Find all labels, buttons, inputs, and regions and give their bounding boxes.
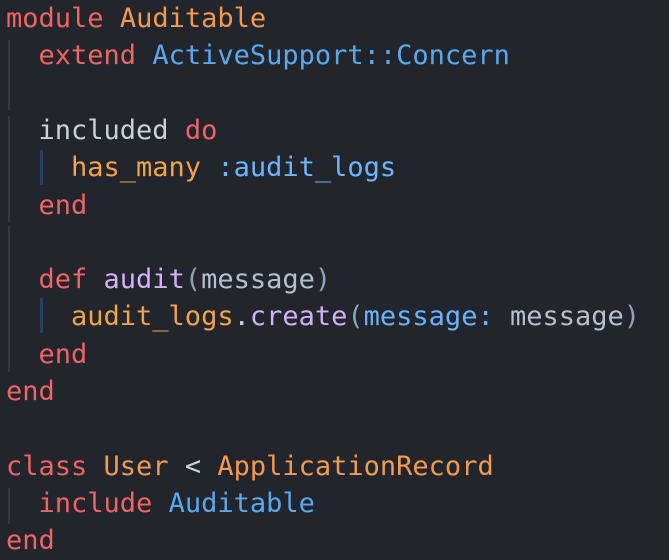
code-token: audit_logs bbox=[6, 301, 234, 333]
code-line: module Auditable bbox=[6, 0, 266, 37]
code-line: has_many :audit_logs bbox=[6, 149, 396, 186]
code-token: message: bbox=[363, 301, 510, 333]
code-line: end bbox=[6, 187, 88, 224]
code-token: message bbox=[509, 301, 624, 333]
code-editor[interactable]: module Auditable extend ActiveSupport::C… bbox=[0, 0, 669, 560]
code-token: ActiveSupport::Concern bbox=[152, 40, 510, 72]
code-line: class User < ApplicationRecord bbox=[6, 448, 494, 485]
code-line: include Auditable bbox=[6, 485, 315, 522]
code-token: create bbox=[249, 301, 348, 333]
code-token: ( bbox=[184, 264, 202, 296]
code-token: < bbox=[168, 450, 218, 482]
code-token: def bbox=[6, 264, 88, 296]
code-line: def audit(message) bbox=[6, 261, 332, 298]
code-token: . bbox=[233, 301, 250, 333]
code-line: end bbox=[6, 522, 55, 559]
code-token: audit bbox=[103, 264, 185, 296]
code-line: end bbox=[6, 373, 55, 410]
code-token: do bbox=[184, 114, 218, 146]
code-token: ) bbox=[623, 301, 641, 333]
code-token: User bbox=[103, 450, 169, 482]
code-token: ApplicationRecord bbox=[217, 450, 494, 482]
code-token: end bbox=[6, 338, 88, 370]
code-token: end bbox=[6, 189, 88, 221]
code-token: include bbox=[6, 487, 153, 519]
code-line: extend ActiveSupport::Concern bbox=[6, 37, 510, 74]
code-token: Auditable bbox=[119, 3, 267, 34]
code-token: message bbox=[201, 264, 315, 296]
code-token: ) bbox=[314, 264, 332, 296]
code-token: Auditable bbox=[168, 487, 315, 519]
code-line: included do bbox=[6, 112, 218, 149]
code-token: end bbox=[6, 376, 55, 407]
code-token: module bbox=[6, 3, 104, 34]
code-token: :audit_logs bbox=[217, 152, 397, 184]
code-token: included bbox=[6, 114, 169, 146]
code-token: class bbox=[6, 450, 88, 482]
code-line: end bbox=[6, 336, 88, 373]
code-token: extend bbox=[6, 40, 137, 72]
code-token: end bbox=[6, 525, 55, 557]
code-token: ( bbox=[347, 301, 364, 333]
code-line: audit_logs.create(message: message) bbox=[6, 298, 640, 335]
code-token: has_many bbox=[6, 152, 202, 184]
